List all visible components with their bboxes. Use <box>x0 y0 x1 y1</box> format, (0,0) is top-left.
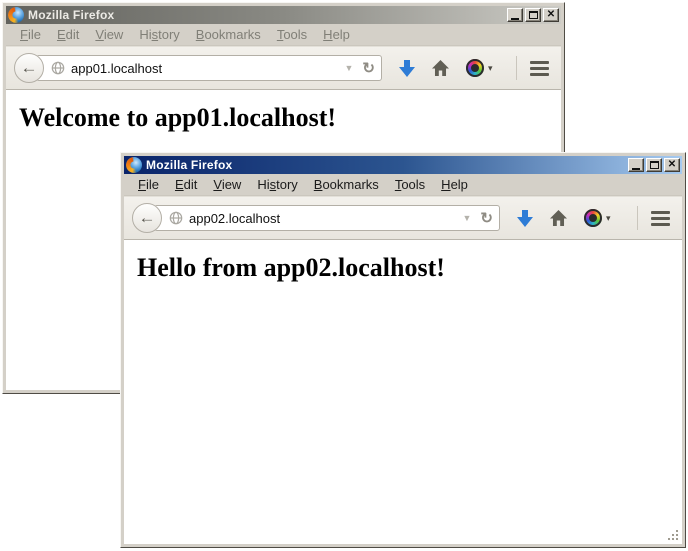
menu-tools[interactable]: Tools <box>269 25 315 44</box>
back-icon: ← <box>21 59 38 76</box>
maximize-button[interactable] <box>646 158 662 172</box>
menu-view[interactable]: View <box>205 175 249 194</box>
download-arrow-icon <box>517 210 533 227</box>
extension-button[interactable]: ▾ <box>584 209 611 227</box>
maximize-icon <box>650 161 659 169</box>
minimize-button[interactable] <box>628 158 644 172</box>
menu-history[interactable]: History <box>131 25 187 44</box>
minimize-icon <box>632 168 640 170</box>
firefox-logo-icon <box>126 157 142 173</box>
window-controls: ✕ <box>628 158 680 172</box>
menu-tools[interactable]: Tools <box>387 175 433 194</box>
menu-view[interactable]: View <box>87 25 131 44</box>
window-controls: ✕ <box>507 8 559 22</box>
toolbar-separator <box>516 56 517 80</box>
download-arrow-icon <box>399 60 415 77</box>
hamburger-icon <box>530 61 549 76</box>
maximize-icon <box>529 11 538 19</box>
urlbar-dropdown-icon[interactable]: ▼ <box>463 214 472 223</box>
minimize-icon <box>511 18 519 20</box>
menu-file[interactable]: File <box>130 175 167 194</box>
home-button[interactable] <box>550 210 567 226</box>
window-title: Mozilla Firefox <box>28 8 503 22</box>
page-heading: Welcome to app01.localhost! <box>19 103 561 133</box>
menu-edit[interactable]: Edit <box>49 25 87 44</box>
back-icon: ← <box>139 209 156 226</box>
menu-bar: FileEditViewHistoryBookmarksToolsHelp <box>124 174 682 196</box>
maximize-button[interactable] <box>525 8 541 22</box>
downloads-button[interactable] <box>399 60 415 77</box>
close-button[interactable]: ✕ <box>664 158 680 172</box>
url-input[interactable]: app02.localhost <box>189 211 463 226</box>
reload-icon[interactable]: ↻ <box>480 211 493 226</box>
site-identity-globe-icon[interactable] <box>169 211 183 225</box>
firefox-logo-icon <box>8 7 24 23</box>
close-icon: ✕ <box>668 160 676 170</box>
extension-button[interactable]: ▾ <box>466 59 493 77</box>
page-content: Hello from app02.localhost! <box>124 240 682 544</box>
site-identity-globe-icon[interactable] <box>51 61 65 75</box>
url-bar[interactable]: app01.localhost ▼ ↻ <box>36 55 382 81</box>
caret-down-icon: ▾ <box>488 64 493 73</box>
menu-help[interactable]: Help <box>315 25 358 44</box>
downloads-button[interactable] <box>517 210 533 227</box>
menu-button[interactable] <box>530 61 549 76</box>
resize-grip[interactable] <box>666 528 680 542</box>
title-bar[interactable]: Mozilla Firefox ✕ <box>6 6 561 24</box>
page-heading: Hello from app02.localhost! <box>137 253 682 283</box>
urlbar-dropdown-icon[interactable]: ▼ <box>345 64 354 73</box>
menu-help[interactable]: Help <box>433 175 476 194</box>
url-input[interactable]: app01.localhost <box>71 61 345 76</box>
firefox-window-app02: Mozilla Firefox ✕ FileEditViewHistoryBoo… <box>120 152 686 548</box>
close-button[interactable]: ✕ <box>543 8 559 22</box>
hamburger-icon <box>651 211 670 226</box>
menu-bookmarks[interactable]: Bookmarks <box>306 175 387 194</box>
navigation-toolbar: ← app01.localhost ▼ ↻ ▾ <box>6 46 561 90</box>
window-title: Mozilla Firefox <box>146 158 624 172</box>
menu-button[interactable] <box>651 211 670 226</box>
navigation-toolbar: ← app02.localhost ▼ ↻ ▾ <box>124 196 682 240</box>
title-bar[interactable]: Mozilla Firefox ✕ <box>124 156 682 174</box>
color-wheel-icon <box>584 209 602 227</box>
menu-edit[interactable]: Edit <box>167 175 205 194</box>
color-wheel-icon <box>466 59 484 77</box>
menu-bar: FileEditViewHistoryBookmarksToolsHelp <box>6 24 561 46</box>
menu-bookmarks[interactable]: Bookmarks <box>188 25 269 44</box>
menu-history[interactable]: History <box>249 175 305 194</box>
back-button[interactable]: ← <box>132 203 162 233</box>
home-button[interactable] <box>432 60 449 76</box>
back-button[interactable]: ← <box>14 53 44 83</box>
minimize-button[interactable] <box>507 8 523 22</box>
close-icon: ✕ <box>547 10 555 20</box>
caret-down-icon: ▾ <box>606 214 611 223</box>
menu-file[interactable]: File <box>12 25 49 44</box>
home-icon <box>550 210 567 226</box>
home-icon <box>432 60 449 76</box>
reload-icon[interactable]: ↻ <box>362 61 375 76</box>
url-bar[interactable]: app02.localhost ▼ ↻ <box>154 205 500 231</box>
toolbar-separator <box>637 206 638 230</box>
